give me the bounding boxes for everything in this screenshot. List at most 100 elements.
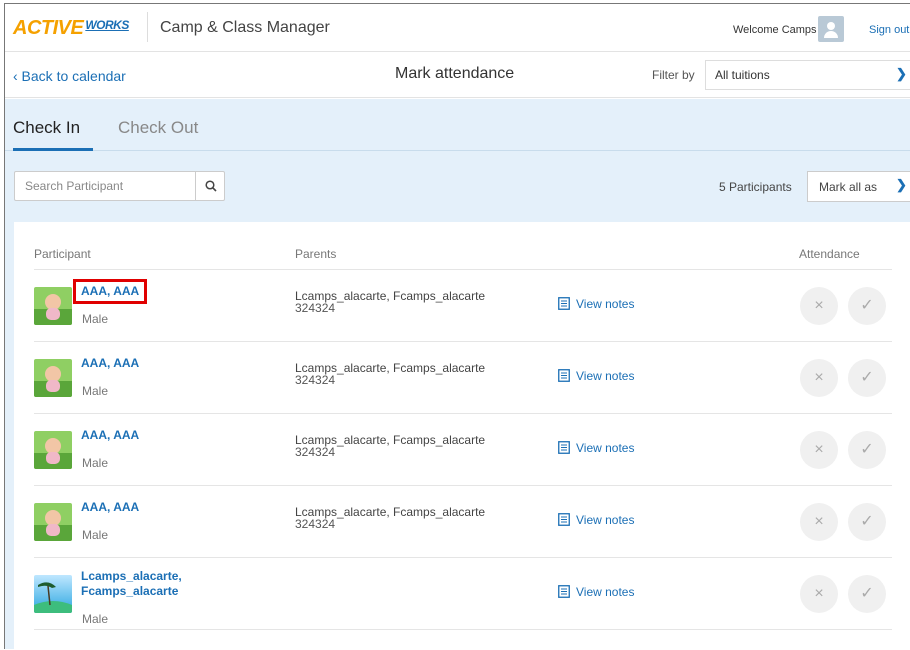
- search-icon: [205, 180, 217, 192]
- document-icon: [558, 369, 570, 382]
- parents-phone: 324324: [295, 445, 336, 459]
- mark-present-button[interactable]: ✓: [848, 287, 886, 325]
- view-notes-link[interactable]: View notes: [558, 513, 634, 527]
- back-to-calendar-link[interactable]: ‹ Back to calendar: [13, 68, 126, 84]
- participant-gender: Male: [82, 528, 109, 542]
- participants-table: Participant Parents Attendance AAA, AAA …: [14, 222, 910, 649]
- mark-present-button[interactable]: ✓: [848, 431, 886, 469]
- participant-avatar: [34, 359, 72, 397]
- app-window: ACTIVE WORKS Camp & Class Manager Welcome…: [4, 3, 910, 649]
- search-input[interactable]: [15, 172, 195, 200]
- checkmark-icon: ✓: [860, 297, 874, 314]
- view-notes-link[interactable]: View notes: [558, 297, 634, 311]
- header-divider: [147, 12, 148, 42]
- participant-name-line: Lcamps_alacarte,: [81, 569, 182, 583]
- parents-info: Lcamps_alacarte, Fcamps_alacarte 324324: [295, 362, 485, 386]
- tuition-filter-select[interactable]: All tuitions ❯: [705, 60, 910, 90]
- participant-avatar: [34, 575, 72, 613]
- app-name: Camp & Class Manager: [160, 19, 330, 36]
- checkmark-icon: ✓: [860, 585, 874, 602]
- tab-check-out[interactable]: Check Out: [118, 118, 198, 138]
- user-avatar-icon[interactable]: [818, 16, 844, 42]
- close-icon: ×: [814, 297, 824, 314]
- participant-avatar: [34, 503, 72, 541]
- participant-name-link[interactable]: AAA, AAA: [81, 356, 139, 371]
- sign-out-link[interactable]: Sign out: [869, 24, 909, 36]
- mark-absent-button[interactable]: ×: [800, 359, 838, 397]
- participant-avatar: [34, 287, 72, 325]
- participant-avatar: [34, 431, 72, 469]
- search-button[interactable]: [195, 172, 225, 200]
- filter-label: Filter by: [652, 68, 695, 82]
- table-row: AAA, AAA Male Lcamps_alacarte, Fcamps_al…: [34, 342, 892, 414]
- sub-header: ‹ Back to calendar Mark attendance Filte…: [5, 52, 910, 98]
- table-row: AAA, AAA Male Lcamps_alacarte, Fcamps_al…: [34, 486, 892, 558]
- participant-name-link[interactable]: AAA, AAA: [81, 428, 139, 443]
- mark-absent-button[interactable]: ×: [800, 287, 838, 325]
- mark-present-button[interactable]: ✓: [848, 359, 886, 397]
- table-row: AAA, AAA Male Lcamps_alacarte, Fcamps_al…: [34, 270, 892, 342]
- close-icon: ×: [814, 585, 824, 602]
- participant-name-link[interactable]: AAA, AAA: [81, 500, 139, 515]
- filter-selected-value: All tuitions: [715, 68, 770, 82]
- parents-phone: 324324: [295, 373, 336, 387]
- chevron-down-icon: ❯: [896, 66, 907, 81]
- participant-gender: Male: [82, 612, 109, 626]
- check-tabs: Check In Check Out: [5, 99, 910, 151]
- activeworks-logo[interactable]: ACTIVE WORKS: [13, 17, 129, 40]
- view-notes-link[interactable]: View notes: [558, 369, 634, 383]
- table-row: AAA, AAA Male Lcamps_alacarte, Fcamps_al…: [34, 414, 892, 486]
- view-notes-label: View notes: [576, 297, 635, 311]
- mark-all-dropdown[interactable]: Mark all as ❯: [807, 171, 910, 202]
- welcome-text: Welcome Camps: [733, 24, 817, 36]
- participant-count: 5 Participants: [719, 180, 792, 194]
- header-attendance: Attendance: [799, 247, 860, 261]
- logo-active-text: ACTIVE: [13, 17, 84, 39]
- document-icon: [558, 441, 570, 454]
- participant-search: [14, 171, 225, 201]
- chevron-down-icon: ❯: [896, 177, 907, 192]
- view-notes-label: View notes: [576, 585, 635, 599]
- close-icon: ×: [814, 441, 824, 458]
- mark-absent-button[interactable]: ×: [800, 575, 838, 613]
- close-icon: ×: [814, 513, 824, 530]
- participant-gender: Male: [82, 456, 109, 470]
- attendance-panel: Check In Check Out 5 Participants Mark a…: [5, 99, 910, 649]
- table-row: Lcamps_alacarte, Fcamps_alacarte Male Vie…: [34, 558, 892, 630]
- participant-gender: Male: [82, 384, 109, 398]
- mark-present-button[interactable]: ✓: [848, 503, 886, 541]
- view-notes-label: View notes: [576, 513, 635, 527]
- checkmark-icon: ✓: [860, 369, 874, 386]
- view-notes-label: View notes: [576, 441, 635, 455]
- document-icon: [558, 585, 570, 598]
- mark-all-label: Mark all as: [819, 180, 878, 194]
- active-tab-indicator: [13, 148, 93, 151]
- parents-info: Lcamps_alacarte, Fcamps_alacarte 324324: [295, 434, 485, 458]
- participant-name-link[interactable]: AAA, AAA: [72, 279, 148, 304]
- top-header: ACTIVE WORKS Camp & Class Manager Welcome…: [5, 4, 910, 52]
- participant-name-line: Fcamps_alacarte: [81, 584, 179, 598]
- mark-absent-button[interactable]: ×: [800, 503, 838, 541]
- view-notes-label: View notes: [576, 369, 635, 383]
- participant-gender: Male: [82, 312, 109, 326]
- page-title: Mark attendance: [395, 65, 515, 82]
- document-icon: [558, 513, 570, 526]
- checkmark-icon: ✓: [860, 513, 874, 530]
- tab-check-in[interactable]: Check In: [13, 118, 80, 138]
- table-header: Participant Parents Attendance: [34, 222, 892, 270]
- document-icon: [558, 297, 570, 310]
- view-notes-link[interactable]: View notes: [558, 585, 634, 599]
- parents-phone: 324324: [295, 301, 336, 315]
- view-notes-link[interactable]: View notes: [558, 441, 634, 455]
- parents-info: Lcamps_alacarte, Fcamps_alacarte 324324: [295, 506, 485, 530]
- parents-phone: 324324: [295, 517, 336, 531]
- header-parents: Parents: [295, 247, 337, 261]
- header-participant: Participant: [34, 247, 91, 261]
- logo-works-text: WORKS: [85, 18, 129, 32]
- participant-name-link[interactable]: Lcamps_alacarte, Fcamps_alacarte: [81, 569, 182, 599]
- parents-info: Lcamps_alacarte, Fcamps_alacarte 324324: [295, 290, 485, 314]
- mark-present-button[interactable]: ✓: [848, 575, 886, 613]
- close-icon: ×: [814, 369, 824, 386]
- mark-absent-button[interactable]: ×: [800, 431, 838, 469]
- checkmark-icon: ✓: [860, 441, 874, 458]
